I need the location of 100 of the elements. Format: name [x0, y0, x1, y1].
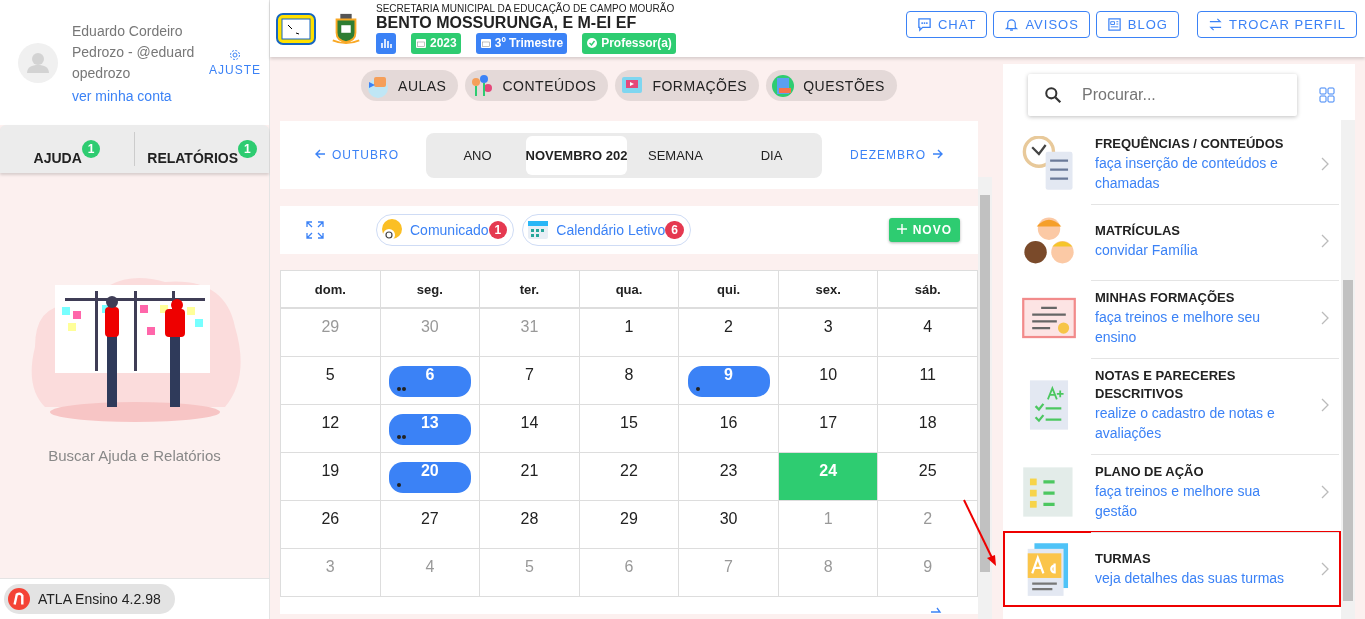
day-cell[interactable]: 18 — [878, 405, 978, 453]
day-cell[interactable]: 11 — [878, 357, 978, 405]
chevron-right-icon — [1321, 562, 1329, 576]
day-cell[interactable]: 14 — [480, 405, 580, 453]
menu-item-subtitle: realize o cadastro de notas e avaliações — [1095, 404, 1276, 443]
event-day-pill[interactable]: 13 — [388, 414, 471, 445]
day-cell[interactable]: 30 — [679, 501, 779, 549]
chevron-right-icon — [1321, 311, 1329, 325]
user-name: Eduardo Cordeiro Pedrozo - @eduardopedrozo — [72, 22, 195, 83]
day-cell[interactable]: 22 — [579, 453, 680, 501]
nav-pill-button[interactable]: AULAS — [361, 70, 459, 101]
day-cell[interactable]: 16 — [679, 405, 779, 453]
info-chip: 2023 — [411, 32, 461, 54]
weekday-header: ter. — [480, 271, 580, 309]
secretariat-title: SECRETARIA MUNICIPAL DA EDUCAÇÃO DE CAMPO MOURÃO — [376, 3, 676, 14]
previous-month-button[interactable]: OUTUBRO — [302, 147, 405, 163]
scrollbar[interactable] — [978, 177, 992, 619]
settings-button[interactable]: AJUSTE — [209, 48, 261, 77]
view-tab[interactable]: NOVEMBRO 202 — [525, 135, 628, 175]
calendar-icon — [479, 37, 492, 49]
help-caption: Buscar Ajuda e Relatórios — [48, 447, 221, 464]
menu-item-subtitle: faça inserção de conteúdos e chamadas — [1095, 154, 1279, 193]
view-tab[interactable]: DIA — [723, 135, 820, 175]
day-cell[interactable]: 23 — [679, 453, 779, 501]
chevron-right-icon — [1321, 398, 1329, 412]
view-tab[interactable]: ANO — [429, 135, 526, 175]
day-cell[interactable]: 3 — [778, 309, 879, 357]
side-tab[interactable]: AJUDA — [33, 140, 82, 166]
day-cell[interactable]: 2 — [679, 309, 779, 357]
day-cell[interactable]: 19 — [281, 453, 381, 501]
count-badge: 1 — [238, 140, 257, 158]
menu-item-subtitle: faça treinos e melhore seu ensino — [1095, 308, 1261, 347]
calendar-icon — [526, 218, 551, 242]
day-cell[interactable]: 4 — [878, 309, 978, 357]
day-cell[interactable]: 8 — [579, 357, 680, 405]
menu-item-title: PLANO DE AÇÃO — [1095, 463, 1205, 481]
arrow-left-icon — [314, 148, 326, 160]
day-cell[interactable]: 13 — [380, 405, 481, 453]
day-cell[interactable]: 25 — [878, 453, 978, 501]
day-cell[interactable]: 26 — [281, 501, 381, 549]
day-cell[interactable]: 6 — [380, 357, 481, 405]
gear-icon — [229, 48, 241, 61]
menu-item[interactable]: MINHAS FORMAÇÕES faça treinos e melhore seu ensino — [1003, 279, 1341, 357]
version-badge: ATLA Ensino 4.2.98 — [4, 584, 175, 614]
grid-view-icon[interactable] — [1319, 87, 1335, 103]
menu-item[interactable]: MATRÍCULAS convidar Família — [1003, 203, 1341, 279]
side-tab[interactable]: RELATÓRIOS — [147, 140, 239, 166]
day-cell[interactable]: 28 — [480, 501, 580, 549]
weekday-header: qua. — [579, 271, 680, 309]
menu-item-subtitle: veja detalhes das suas turmas — [1095, 569, 1286, 588]
menu-item-subtitle: faça treinos e melhore sua gestão — [1095, 482, 1261, 521]
day-cell[interactable]: 27 — [380, 501, 481, 549]
search-field[interactable]: Procurar... — [1028, 74, 1297, 116]
weekday-header: seg. — [380, 271, 481, 309]
flowers-icon — [470, 73, 495, 98]
menu-item-title: MINHAS FORMAÇÕES — [1095, 289, 1236, 307]
info-chip: 3º Trimestre — [475, 32, 568, 54]
next-month-button[interactable]: DEZEMBRO — [843, 147, 956, 163]
day-cell[interactable]: 7 — [480, 357, 580, 405]
count-badge: 1 — [81, 140, 101, 158]
event-day-pill[interactable]: 6 — [388, 366, 471, 397]
day-cell[interactable]: 29 — [579, 501, 680, 549]
header-button[interactable]: BLOG — [1095, 11, 1179, 38]
event-day-pill[interactable]: 20 — [388, 462, 471, 493]
chevron-right-icon — [1321, 157, 1329, 171]
count-badge: 6 — [665, 221, 684, 239]
chevron-right-icon — [1321, 485, 1329, 499]
day-cell[interactable]: 21 — [480, 453, 580, 501]
account-link[interactable]: ver minha conta — [72, 88, 195, 104]
scrollbar[interactable] — [1341, 120, 1355, 619]
fullscreen-icon[interactable] — [306, 221, 324, 239]
day-cell[interactable]: 20 — [380, 453, 481, 501]
day-cell[interactable]: 1 — [579, 309, 680, 357]
event-day-pill[interactable]: 9 — [687, 366, 770, 397]
weekday-header: dom. — [281, 271, 381, 309]
day-cell[interactable]: 15 — [579, 405, 680, 453]
day-cell[interactable]: 12 — [281, 405, 381, 453]
nav-pill-button[interactable]: QUESTÕES — [766, 70, 897, 101]
day-cell[interactable]: 5 — [281, 357, 381, 405]
nav-pill-button[interactable]: FORMAÇÕES — [615, 70, 760, 101]
info-chip: Professor(a) — [582, 32, 676, 54]
chat-icon — [916, 17, 932, 32]
menu-item[interactable]: PLANO DE AÇÃO faça treinos e melhore sua gestão — [1003, 453, 1341, 531]
weekday-header: sex. — [778, 271, 879, 309]
day-cell[interactable]: 9 — [679, 357, 779, 405]
header-button[interactable]: AVISOS — [993, 11, 1090, 38]
weekday-header: qui. — [679, 271, 779, 309]
menu-item-title: NOTAS E PARECERES DESCRITIVOS — [1095, 367, 1237, 403]
menu-item[interactable]: TURMAS veja detalhes das suas turmas — [1003, 531, 1341, 607]
menu-item[interactable]: FREQUÊNCIAS / CONTEÚDOS faça inserção de conteúdos e chamadas — [1003, 125, 1341, 203]
bell-icon — [1004, 17, 1020, 32]
menu-item-title: TURMAS — [1095, 550, 1152, 568]
day-cell[interactable]: 10 — [778, 357, 879, 405]
bar-chart-icon — [380, 37, 392, 49]
nav-pill-button[interactable]: CONTEÚDOS — [465, 70, 609, 101]
header-button[interactable]: TROCAR PERFIL — [1197, 11, 1357, 38]
view-tab[interactable]: SEMANA — [627, 135, 724, 175]
plus-icon — [896, 224, 907, 234]
header-button[interactable]: CHAT — [905, 11, 988, 38]
menu-item[interactable]: NOTAS E PARECERES DESCRITIVOS realize o cadastro de notas e avaliações — [1003, 357, 1341, 453]
